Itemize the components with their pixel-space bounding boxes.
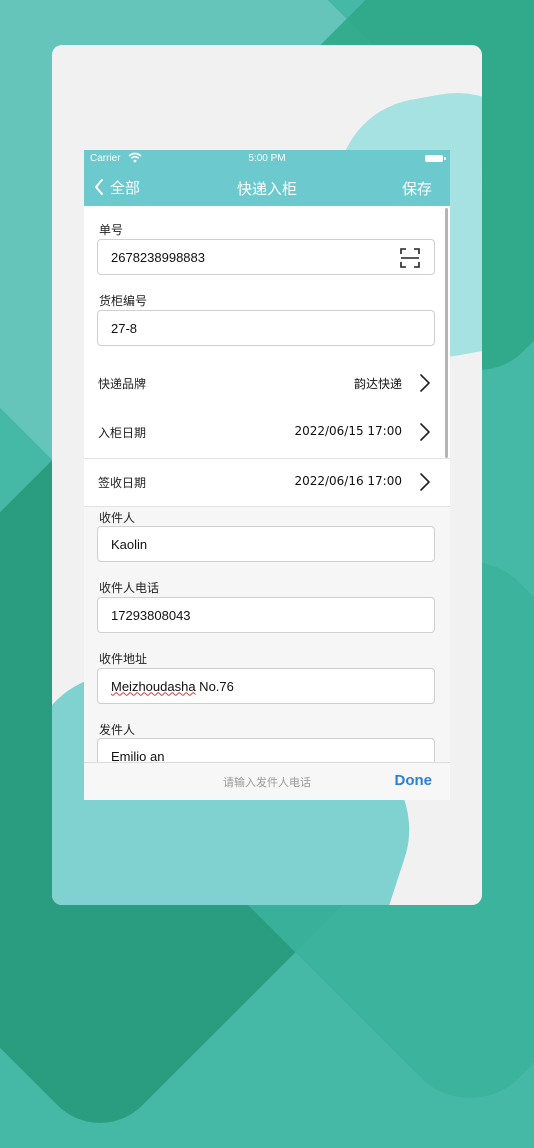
keyboard-toolbar: 请输入发件人电话 Done xyxy=(84,762,450,800)
status-time: 5:00 PM xyxy=(248,153,286,164)
scan-icon[interactable] xyxy=(399,247,421,269)
recipient-phone-value: 17293808043 xyxy=(111,607,191,623)
recipient-field[interactable]: Kaolin xyxy=(97,526,435,562)
chevron-right-icon xyxy=(420,473,430,491)
brand-value: 韵达快递 xyxy=(353,377,402,391)
sign-date-label: 签收日期 xyxy=(98,476,147,490)
back-chevron-icon xyxy=(95,179,103,195)
sender-field[interactable]: Emilio an xyxy=(97,738,435,763)
locker-label: 货柜编号 xyxy=(99,294,148,308)
brand-label: 快递品牌 xyxy=(98,377,147,391)
recipient-value: Kaolin xyxy=(111,536,148,552)
address-rest: No.76 xyxy=(195,678,234,694)
in-date-row[interactable]: 入柜日期 2022/06/15 17:00 xyxy=(84,409,450,457)
sender-label: 发件人 xyxy=(99,723,136,737)
battery-icon xyxy=(425,155,446,162)
tracking-number-value: 2678238998883 xyxy=(111,249,205,265)
save-button[interactable]: 保存 xyxy=(402,178,432,199)
navigation-bar: 全部 快递入柜 保存 xyxy=(84,168,450,206)
chevron-right-icon xyxy=(420,374,430,392)
brand-row[interactable]: 快递品牌 韵达快递 xyxy=(84,360,450,408)
scroll-indicator[interactable] xyxy=(445,208,448,458)
sign-date-row[interactable]: 签收日期 2022/06/16 17:00 xyxy=(84,459,450,507)
tracking-number-field[interactable]: 2678238998883 xyxy=(97,239,435,275)
in-date-value: 2022/06/15 17:00 xyxy=(294,424,402,438)
recipient-phone-field[interactable]: 17293808043 xyxy=(97,597,435,633)
back-button[interactable]: 全部 xyxy=(94,176,140,198)
spellcheck-word: Meizhoudasha xyxy=(111,678,196,694)
recipient-address-value: Meizhoudasha No.76 xyxy=(111,679,234,694)
done-button[interactable]: Done xyxy=(395,772,433,789)
sender-value: Emilio an xyxy=(111,748,165,764)
locker-number-field[interactable]: 27-8 xyxy=(97,310,435,346)
recipient-address-field[interactable]: Meizhoudasha No.76 xyxy=(97,668,435,704)
chevron-right-icon xyxy=(420,423,430,441)
recipient-phone-label: 收件人电话 xyxy=(99,581,160,595)
recipient-address-label: 收件地址 xyxy=(99,652,148,666)
recipient-label: 收件人 xyxy=(99,511,136,525)
sign-date-value: 2022/06/16 17:00 xyxy=(294,474,402,488)
back-label: 全部 xyxy=(110,178,141,197)
tracking-label: 单号 xyxy=(99,223,124,237)
status-bar: Carrier 5:00 PM xyxy=(84,150,450,168)
locker-number-value: 27-8 xyxy=(111,320,138,336)
in-date-label: 入柜日期 xyxy=(98,426,147,440)
form-content[interactable]: 单号 2678238998883 货柜编号 27-8 快递品牌 韵达快递 入柜日… xyxy=(84,206,450,763)
phone-screen: Carrier 5:00 PM 全部 快递入柜 保存 单号 2678238998… xyxy=(84,150,450,800)
